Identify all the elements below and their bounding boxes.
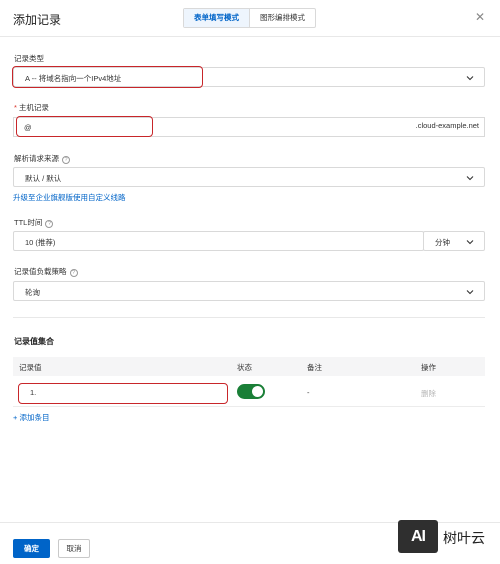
ttl-value: 10 (推荐) [25,238,56,247]
tab-graph-mode[interactable]: 图形编排模式 [250,9,315,27]
confirm-button[interactable]: 确定 [13,539,50,558]
load-balance-select[interactable]: 轮询 [13,281,485,301]
resolve-source-label: 解析请求来源? [14,153,70,164]
status-toggle[interactable] [237,384,265,399]
column-header-remark: 备注 [307,363,322,372]
resolve-source-value: 默认 / 默认 [25,174,62,183]
resolve-source-select[interactable]: 默认 / 默认 [13,167,485,187]
record-type-select[interactable]: A -- 将域名指向一个IPv4地址 [13,67,485,87]
delete-button[interactable]: 删除 [421,388,436,399]
load-balance-value: 轮询 [25,288,40,297]
column-header-status: 状态 [237,363,252,372]
chevron-down-icon [465,287,475,297]
cancel-button[interactable]: 取消 [58,539,90,558]
help-icon[interactable]: ? [62,156,70,164]
tab-form-mode[interactable]: 表单填写模式 [184,9,250,27]
chevron-down-icon [465,173,475,183]
ttl-label: TTL时间? [14,217,54,228]
record-type-label: 记录类型 [14,54,44,63]
record-table-header: 记录值 状态 备注 操作 [13,357,485,376]
dialog-title: 添加记录 [13,13,62,27]
section-divider [13,317,485,318]
toggle-knob [252,386,263,397]
upgrade-link[interactable]: 升级至企业旗舰版使用自定义线路 [13,192,126,203]
help-icon[interactable]: ? [45,220,54,228]
ttl-value-select[interactable]: 10 (推荐) [13,231,424,251]
table-row: 1. - 删除 [13,377,485,407]
close-icon[interactable]: ✕ [472,9,488,25]
mode-tabs: 表单填写模式 图形编排模式 [183,8,316,28]
record-value-cell[interactable]: 1. [30,388,36,397]
watermark-text: 树叶云 [443,531,485,547]
watermark-ai-icon: AI [398,520,438,553]
add-entry-link[interactable]: + 添加条目 [13,412,49,423]
column-header-value: 记录值 [19,363,42,372]
load-balance-label: 记录值负载策略? [14,266,78,277]
ttl-unit: 分钟 [435,238,450,247]
ttl-unit-select[interactable]: 分钟 [423,231,485,251]
dialog-header: 添加记录 表单填写模式 图形编排模式 ✕ [0,0,500,37]
host-record-value: @ [24,123,32,132]
chevron-down-icon [465,237,475,247]
domain-suffix: .cloud-example.net [415,121,479,130]
column-header-action: 操作 [421,363,436,372]
help-icon[interactable]: ? [69,269,78,277]
watermark-logo: AI 树叶云 [398,520,500,560]
host-record-label: * 主机记录 [14,103,49,112]
record-set-title: 记录值集合 [14,337,54,346]
remark-cell: - [307,388,310,397]
record-type-value: A -- 将域名指向一个IPv4地址 [25,74,122,83]
chevron-down-icon [465,73,475,83]
